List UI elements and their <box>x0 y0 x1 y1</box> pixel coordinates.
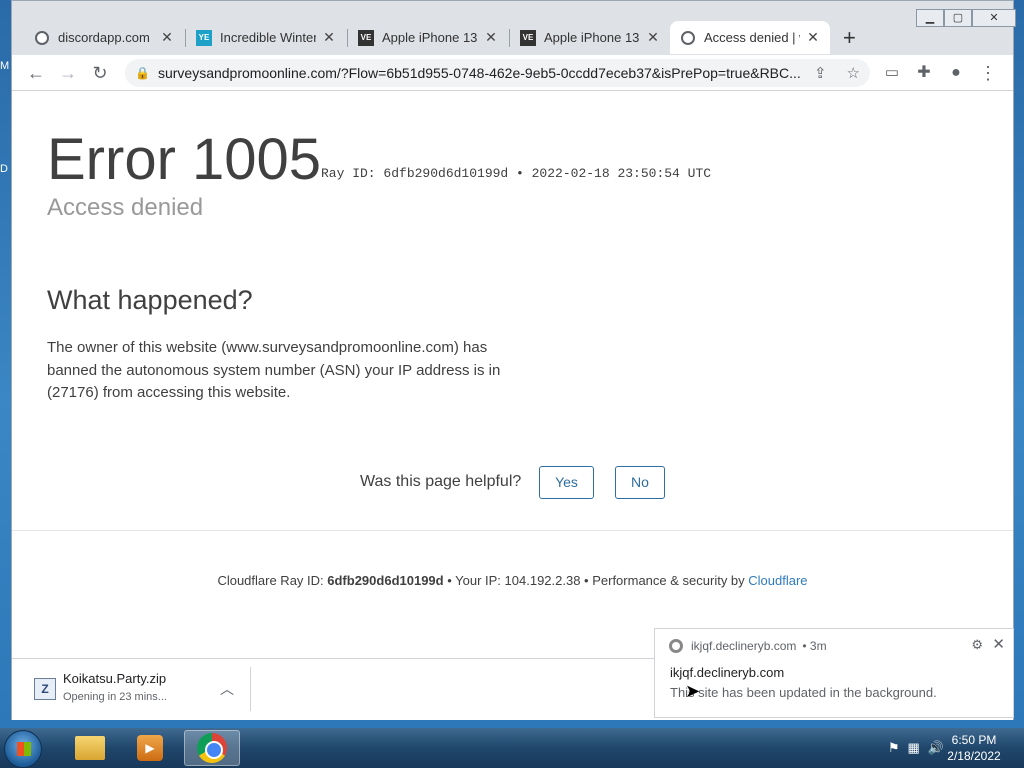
footer-ip-text: • Your IP: 104.192.2.38 • Performance & … <box>443 573 749 588</box>
windows-logo-icon <box>17 742 31 756</box>
error-title: Error 1005 <box>47 127 322 192</box>
zip-file-icon: Z <box>34 678 56 700</box>
what-happened-heading: What happened? <box>47 285 253 315</box>
tab-title: Apple iPhone 13 F <box>544 30 640 45</box>
no-button[interactable]: No <box>615 466 665 499</box>
notification-origin: ikjqf.declineryb.com • 3m <box>669 639 827 653</box>
taskbar: ▶ ⚑ ▦ 🔊 6:50 PM 2/18/2022 <box>0 728 1024 768</box>
mouse-cursor-icon: ➤ <box>685 681 701 701</box>
back-button[interactable]: ← <box>24 61 48 85</box>
gear-icon[interactable]: ⚙ <box>971 637 983 653</box>
error-subtitle: Access denied <box>47 194 204 221</box>
close-icon[interactable]: ✕ <box>992 635 1005 653</box>
start-button[interactable] <box>4 730 42 768</box>
menu-kebab-icon[interactable]: ⋮ <box>976 61 1000 85</box>
globe-icon <box>680 30 696 46</box>
page-content: Error 1005 Ray ID: 6dfb290d6d10199d • 20… <box>12 92 1013 657</box>
cast-icon[interactable]: ▭ <box>880 61 904 85</box>
url-text[interactable]: surveysandpromoonline.com/?Flow=6b51d955… <box>158 65 804 81</box>
network-icon[interactable]: ▦ <box>908 740 920 756</box>
tab-title: Apple iPhone 13 F <box>382 30 478 45</box>
desktop-icon-label[interactable]: M <box>0 60 9 72</box>
clock-time: 6:50 PM <box>951 733 997 747</box>
helpful-question: Was this page helpful? <box>360 473 522 490</box>
flag-icon[interactable]: ⚑ <box>888 740 900 756</box>
close-icon[interactable]: ✕ <box>484 29 498 46</box>
taskbar-chrome[interactable] <box>184 730 240 766</box>
close-icon[interactable]: ✕ <box>646 29 660 46</box>
ve-favicon-icon: VE <box>520 29 536 46</box>
volume-icon[interactable]: 🔊 <box>928 740 944 756</box>
reload-button[interactable]: ↻ <box>88 61 112 85</box>
download-status: Opening in 23 mins... <box>63 691 167 703</box>
lock-icon[interactable]: 🔒 <box>135 66 150 80</box>
bookmark-star-icon[interactable]: ☆ <box>847 64 860 82</box>
system-clock[interactable]: 6:50 PM 2/18/2022 <box>944 732 1004 764</box>
download-filename: Koikatsu.Party.zip <box>63 671 167 686</box>
close-icon[interactable]: ✕ <box>806 29 820 46</box>
media-player-icon: ▶ <box>137 735 163 761</box>
tab-title: Access denied | w <box>704 30 800 45</box>
close-window-button[interactable]: ✕ <box>972 9 1016 27</box>
footer-ray-id: 6dfb290d6d10199d <box>327 573 444 588</box>
desktop-icon-label[interactable]: D <box>0 163 8 175</box>
tab-title: Incredible Winter <box>220 30 316 45</box>
cloudflare-footer: Cloudflare Ray ID: 6dfb290d6d10199d • Yo… <box>12 573 1013 588</box>
ye-favicon-icon: YE <box>196 29 212 46</box>
download-item[interactable]: Z Koikatsu.Party.zip Opening in 23 mins.… <box>32 667 248 713</box>
address-bar[interactable]: 🔒 surveysandpromoonline.com/?Flow=6b51d9… <box>125 59 870 87</box>
notification-title: ikjqf.declineryb.com <box>670 665 785 680</box>
clock-date: 2/18/2022 <box>947 749 1001 763</box>
share-icon[interactable]: ⇪ <box>814 64 827 82</box>
new-tab-button[interactable]: + <box>843 25 856 51</box>
error-description: The owner of this website (www.surveysan… <box>47 339 501 401</box>
globe-icon <box>34 30 50 46</box>
divider <box>250 667 251 711</box>
browser-toolbar: ← → ↻ 🔒 surveysandpromoonline.com/?Flow=… <box>12 55 1013 91</box>
notification-origin-domain: ikjqf.declineryb.com <box>691 639 797 653</box>
push-notification[interactable]: ikjqf.declineryb.com • 3m ⚙ ✕ ikjqf.decl… <box>654 628 1014 718</box>
chrome-icon <box>197 733 227 763</box>
maximize-button[interactable]: ▢ <box>944 9 972 27</box>
yes-button[interactable]: Yes <box>539 466 594 499</box>
ray-id-line: Ray ID: 6dfb290d6d10199d • 2022-02-18 23… <box>321 166 712 181</box>
close-icon[interactable]: ✕ <box>322 29 336 46</box>
tab-discordapp[interactable]: discordapp.com ✕ <box>24 21 184 54</box>
extensions-icon[interactable]: ✚ <box>912 61 936 85</box>
folder-icon <box>75 736 105 760</box>
minimize-button[interactable]: ▁ <box>916 9 944 27</box>
tab-incredible-winter[interactable]: YE Incredible Winter ✕ <box>186 21 346 54</box>
footer-ray-prefix: Cloudflare Ray ID: <box>217 573 328 588</box>
chrome-icon <box>669 639 683 653</box>
ve-favicon-icon: VE <box>358 29 374 46</box>
taskbar-explorer[interactable] <box>62 730 118 766</box>
tab-access-denied[interactable]: Access denied | w ✕ <box>670 21 830 54</box>
chevron-up-icon[interactable]: ︿ <box>220 679 234 699</box>
tab-apple-iphone-1[interactable]: VE Apple iPhone 13 F ✕ <box>348 21 508 54</box>
notification-age: • 3m <box>802 639 827 653</box>
tab-strip: discordapp.com ✕ YE Incredible Winter ✕ … <box>12 1 1016 55</box>
cloudflare-link[interactable]: Cloudflare <box>748 573 807 588</box>
taskbar-media-player[interactable]: ▶ <box>122 730 178 766</box>
tab-title: discordapp.com <box>58 30 150 45</box>
profile-avatar-icon[interactable]: ● <box>944 61 968 85</box>
system-tray: ⚑ ▦ 🔊 <box>888 740 944 756</box>
close-icon[interactable]: ✕ <box>160 29 174 46</box>
divider <box>12 530 1013 531</box>
tab-apple-iphone-2[interactable]: VE Apple iPhone 13 F ✕ <box>510 21 670 54</box>
window-controls: ▁ ▢ ✕ <box>916 9 1016 29</box>
forward-button[interactable]: → <box>56 61 80 85</box>
browser-window: discordapp.com ✕ YE Incredible Winter ✕ … <box>11 0 1016 720</box>
notification-body: This site has been updated in the backgr… <box>670 685 937 700</box>
